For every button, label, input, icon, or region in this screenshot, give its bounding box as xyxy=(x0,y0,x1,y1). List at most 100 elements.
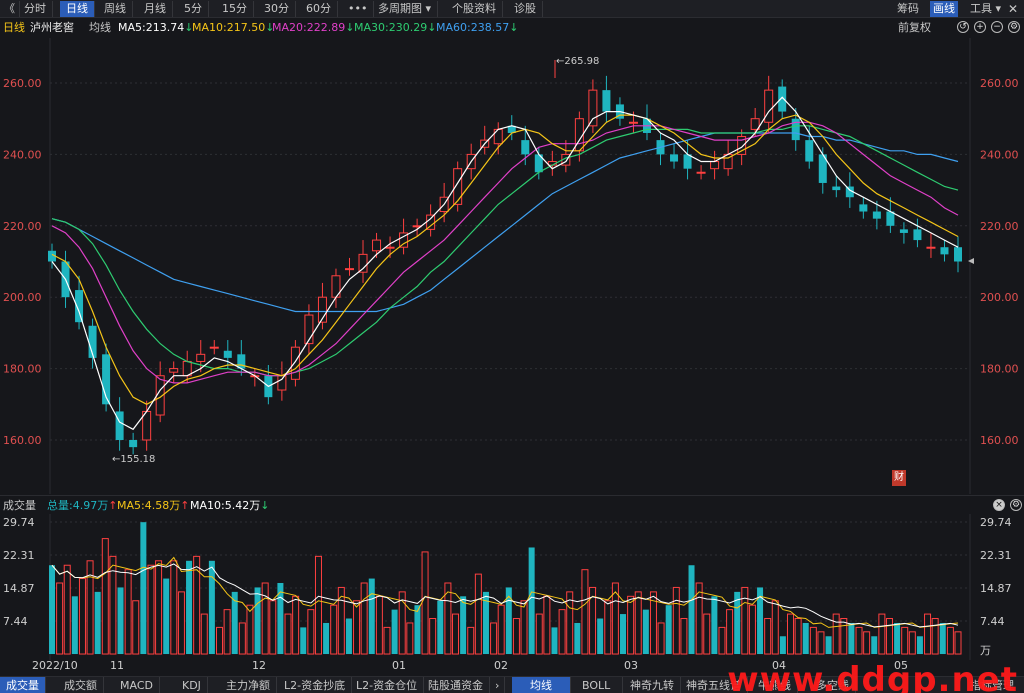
tab-boll[interactable]: BOLL xyxy=(570,677,624,693)
volume-bar xyxy=(391,609,398,655)
tab-monthly[interactable]: 月线 xyxy=(138,1,173,17)
tab-turnover[interactable]: 成交额 xyxy=(58,677,104,693)
tab-northbound[interactable]: 陆股通资金 xyxy=(422,677,490,693)
chips-button[interactable]: 筹码 xyxy=(897,1,919,17)
volume-bar xyxy=(779,636,786,655)
volume-bar xyxy=(711,596,718,655)
volume-bar xyxy=(924,613,932,655)
stock-profile-button[interactable]: 个股资料 xyxy=(446,1,503,17)
volume-chart[interactable]: 29.74 29.74 22.31 22.31 14.87 14.87 7.44 7.44 万 2… xyxy=(0,514,1024,676)
volume-bar xyxy=(421,551,429,655)
period-label: 日线 xyxy=(3,21,25,34)
volume-bar xyxy=(703,613,711,655)
tab-ma[interactable]: 均线 xyxy=(512,677,571,693)
draw-line-button[interactable]: 画线 xyxy=(930,1,958,17)
volume-bar xyxy=(474,573,482,655)
volume-bar xyxy=(672,586,680,655)
tab-60min[interactable]: 60分 xyxy=(300,1,338,17)
volume-bar xyxy=(627,595,635,655)
candle-body xyxy=(385,246,395,249)
ma20-value: MA20:222.89↓ xyxy=(272,21,355,34)
volume-bar xyxy=(512,618,520,655)
zoom-in-icon[interactable]: + xyxy=(974,21,986,33)
volume-bar xyxy=(467,626,475,655)
candle-body xyxy=(859,204,868,212)
tab-l2-position[interactable]: L2-资金仓位 xyxy=(350,677,425,693)
tab-daily[interactable]: 日线 xyxy=(60,1,95,17)
price-tick-left: 180.00 xyxy=(3,363,42,376)
ma-info-bar: 日线 泸州老窖 均线 MA5:213.74↓ MA10:217.50↓ MA20… xyxy=(0,19,1024,37)
volume-bar xyxy=(771,600,779,655)
tab-weekly[interactable]: 周线 xyxy=(98,1,133,17)
volume-bar xyxy=(269,600,277,655)
volume-bar xyxy=(832,613,840,655)
indicator-type[interactable]: 均线 xyxy=(89,19,111,37)
multi-period-dropdown[interactable]: 多周期图 ▾ xyxy=(372,1,439,17)
volume-bar xyxy=(223,609,231,655)
volume-bar xyxy=(101,538,109,655)
more-periods-button[interactable]: ••• xyxy=(342,1,375,17)
candle-body xyxy=(696,171,706,174)
tab-5min[interactable]: 5分 xyxy=(178,1,209,17)
volume-bar xyxy=(163,578,170,655)
price-tick-left: 160.00 xyxy=(3,434,42,447)
tab-15min[interactable]: 15分 xyxy=(216,1,254,17)
volume-bar xyxy=(931,618,939,655)
tab-main-net[interactable]: 主力净额 xyxy=(220,677,277,693)
price-tick-right: 240.00 xyxy=(980,148,1019,161)
tab-30min[interactable]: 30分 xyxy=(258,1,296,17)
back-button[interactable]: 《 xyxy=(0,1,20,17)
volume-bar xyxy=(901,626,909,655)
tools-dropdown[interactable]: 工具 ▾ xyxy=(970,1,1001,17)
close-icon[interactable]: ✕ xyxy=(1008,1,1018,17)
adjust-dropdown[interactable]: 前复权 xyxy=(898,19,931,37)
volume-bar xyxy=(916,636,923,655)
settings-icon[interactable]: ⚙ xyxy=(1008,21,1020,33)
tab-kdj[interactable]: KDJ xyxy=(176,677,208,693)
volume-bar xyxy=(894,622,901,655)
financial-badge[interactable]: 财 xyxy=(892,470,906,486)
candle-body xyxy=(764,89,774,123)
volume-bar xyxy=(132,600,140,655)
reset-icon[interactable]: ↺ xyxy=(957,21,969,33)
candle-body xyxy=(521,140,530,155)
candle-body xyxy=(670,154,679,162)
volume-bar xyxy=(117,587,124,655)
candle-body xyxy=(926,246,936,249)
volume-bar xyxy=(535,613,543,655)
tab-macd[interactable]: MACD xyxy=(114,677,160,693)
ma5-value: MA5:213.74↓ xyxy=(118,21,194,34)
close-volume-icon[interactable]: × xyxy=(993,499,1005,511)
more-tabs-icon[interactable]: › xyxy=(490,677,506,693)
candlestick-chart[interactable]: 260.00 260.00 240.00 240.00 220.00 220.00 200.… xyxy=(0,38,1024,496)
vol-tick-right: 29.74 xyxy=(980,516,1012,529)
price-tick-right: 200.00 xyxy=(980,291,1019,304)
candle-body xyxy=(710,161,720,170)
zoom-out-icon[interactable]: − xyxy=(991,21,1003,33)
tab-l2-bottom[interactable]: L2-资金抄底 xyxy=(278,677,353,693)
volume-bar xyxy=(551,627,558,655)
volume-title: 成交量 xyxy=(3,499,36,512)
tab-intraday[interactable]: 分时 xyxy=(18,1,53,17)
volume-bar xyxy=(574,622,581,655)
volume-bar xyxy=(871,636,878,655)
candle-body xyxy=(169,368,179,373)
candle-body xyxy=(602,90,611,112)
diagnose-button[interactable]: 诊股 xyxy=(508,1,543,17)
volume-bar xyxy=(238,622,246,655)
watermark: www.ddgp.net xyxy=(727,660,1018,693)
volume-bar xyxy=(200,613,208,655)
date-tick: 01 xyxy=(392,659,406,672)
candle-body xyxy=(344,268,354,271)
volume-bar xyxy=(170,560,178,655)
tab-magic-nine[interactable]: 神奇九转 xyxy=(624,677,681,693)
volume-bar xyxy=(490,622,498,655)
volume-settings-icon[interactable]: ⚙ xyxy=(1010,499,1022,511)
volume-bar xyxy=(330,604,338,655)
volume-bar xyxy=(558,609,566,655)
tab-volume[interactable]: 成交量 xyxy=(0,677,46,693)
volume-total: 总量:4.97万↑ xyxy=(47,499,118,512)
volume-bar xyxy=(177,591,185,655)
volume-bar xyxy=(246,604,254,655)
price-tick-left: 260.00 xyxy=(3,77,42,90)
